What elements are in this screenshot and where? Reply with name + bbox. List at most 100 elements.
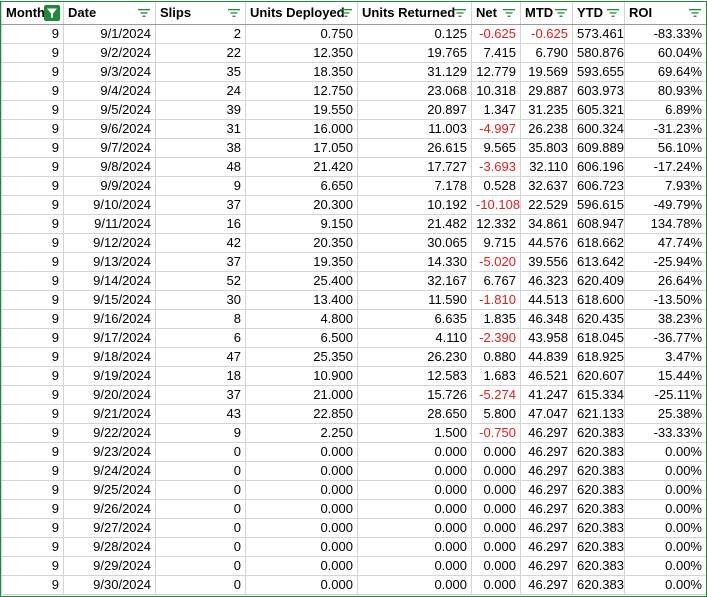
cell-month[interactable]: 9 [1, 575, 64, 595]
cell-ytd[interactable]: 620.383 [572, 480, 625, 500]
cell-date[interactable]: 9/11/2024 [63, 214, 156, 234]
cell-mtd[interactable]: 47.047 [520, 404, 573, 424]
cell-units-returned[interactable]: 0.000 [357, 556, 472, 576]
cell-units-returned[interactable]: 19.765 [357, 43, 472, 63]
cell-units-returned[interactable]: 0.000 [357, 480, 472, 500]
cell-slips[interactable]: 0 [155, 575, 246, 595]
cell-units-deployed[interactable]: 12.350 [245, 43, 358, 63]
cell-units-returned[interactable]: 21.482 [357, 214, 472, 234]
cell-slips[interactable]: 18 [155, 366, 246, 386]
cell-mtd[interactable]: 26.238 [520, 119, 573, 139]
cell-net[interactable]: 0.000 [471, 556, 521, 576]
column-header-roi[interactable]: ROI [624, 1, 707, 25]
cell-month[interactable]: 9 [1, 499, 64, 519]
cell-ytd[interactable]: 606.723 [572, 176, 625, 196]
cell-ytd[interactable]: 605.321 [572, 100, 625, 120]
cell-mtd[interactable]: 46.297 [520, 556, 573, 576]
filter-icon[interactable] [137, 6, 151, 20]
cell-net[interactable]: 0.000 [471, 575, 521, 595]
cell-ytd[interactable]: 596.615 [572, 195, 625, 215]
cell-month[interactable]: 9 [1, 176, 64, 196]
cell-month[interactable]: 9 [1, 62, 64, 82]
cell-month[interactable]: 9 [1, 271, 64, 291]
cell-slips[interactable]: 48 [155, 157, 246, 177]
cell-net[interactable]: -0.750 [471, 423, 521, 443]
cell-date[interactable]: 9/24/2024 [63, 461, 156, 481]
cell-ytd[interactable]: 608.947 [572, 214, 625, 234]
cell-mtd[interactable]: 46.297 [520, 499, 573, 519]
cell-month[interactable]: 9 [1, 138, 64, 158]
cell-slips[interactable]: 0 [155, 537, 246, 557]
column-header-mtd[interactable]: MTD [520, 1, 573, 25]
cell-roi[interactable]: -13.50% [624, 290, 707, 310]
cell-roi[interactable]: 25.38% [624, 404, 707, 424]
cell-ytd[interactable]: 615.334 [572, 385, 625, 405]
cell-units-deployed[interactable]: 25.400 [245, 271, 358, 291]
cell-month[interactable]: 9 [1, 157, 64, 177]
cell-units-returned[interactable]: 31.129 [357, 62, 472, 82]
cell-net[interactable]: -4.997 [471, 119, 521, 139]
cell-mtd[interactable]: 44.576 [520, 233, 573, 253]
cell-roi[interactable]: -17.24% [624, 157, 707, 177]
cell-ytd[interactable]: 620.383 [572, 556, 625, 576]
cell-slips[interactable]: 0 [155, 518, 246, 538]
cell-ytd[interactable]: 593.655 [572, 62, 625, 82]
cell-roi[interactable]: 60.04% [624, 43, 707, 63]
cell-units-deployed[interactable]: 16.000 [245, 119, 358, 139]
cell-date[interactable]: 9/12/2024 [63, 233, 156, 253]
cell-date[interactable]: 9/3/2024 [63, 62, 156, 82]
cell-roi[interactable]: -33.33% [624, 423, 707, 443]
cell-date[interactable]: 9/30/2024 [63, 575, 156, 595]
cell-units-returned[interactable]: 26.615 [357, 138, 472, 158]
cell-slips[interactable]: 0 [155, 556, 246, 576]
cell-ytd[interactable]: 618.045 [572, 328, 625, 348]
cell-units-returned[interactable]: 12.583 [357, 366, 472, 386]
cell-ytd[interactable]: 620.435 [572, 309, 625, 329]
cell-date[interactable]: 9/27/2024 [63, 518, 156, 538]
cell-net[interactable]: 0.528 [471, 176, 521, 196]
cell-roi[interactable]: 47.74% [624, 233, 707, 253]
cell-units-returned[interactable]: 4.110 [357, 328, 472, 348]
cell-slips[interactable]: 9 [155, 176, 246, 196]
cell-roi[interactable]: 0.00% [624, 480, 707, 500]
cell-month[interactable]: 9 [1, 366, 64, 386]
column-header-date[interactable]: Date [63, 1, 156, 25]
cell-net[interactable]: 1.835 [471, 309, 521, 329]
filter-icon[interactable] [502, 6, 516, 20]
cell-units-returned[interactable]: 17.727 [357, 157, 472, 177]
cell-net[interactable]: 0.000 [471, 518, 521, 538]
cell-mtd[interactable]: 39.556 [520, 252, 573, 272]
cell-net[interactable]: -1.810 [471, 290, 521, 310]
cell-date[interactable]: 9/2/2024 [63, 43, 156, 63]
cell-date[interactable]: 9/16/2024 [63, 309, 156, 329]
cell-mtd[interactable]: 46.297 [520, 480, 573, 500]
cell-net[interactable]: 0.000 [471, 442, 521, 462]
cell-roi[interactable]: 7.93% [624, 176, 707, 196]
cell-mtd[interactable]: 41.247 [520, 385, 573, 405]
cell-mtd[interactable]: 32.637 [520, 176, 573, 196]
cell-units-returned[interactable]: 10.192 [357, 195, 472, 215]
cell-mtd[interactable]: 22.529 [520, 195, 573, 215]
cell-month[interactable]: 9 [1, 119, 64, 139]
cell-date[interactable]: 9/22/2024 [63, 423, 156, 443]
cell-roi[interactable]: 0.00% [624, 575, 707, 595]
cell-units-returned[interactable]: 14.330 [357, 252, 472, 272]
cell-date[interactable]: 9/9/2024 [63, 176, 156, 196]
cell-net[interactable]: -3.693 [471, 157, 521, 177]
cell-mtd[interactable]: 46.297 [520, 461, 573, 481]
cell-ytd[interactable]: 603.973 [572, 81, 625, 101]
cell-ytd[interactable]: 620.607 [572, 366, 625, 386]
filter-active-icon[interactable] [44, 5, 60, 21]
cell-slips[interactable]: 16 [155, 214, 246, 234]
cell-month[interactable]: 9 [1, 442, 64, 462]
cell-roi[interactable]: -49.79% [624, 195, 707, 215]
cell-date[interactable]: 9/28/2024 [63, 537, 156, 557]
cell-month[interactable]: 9 [1, 404, 64, 424]
cell-slips[interactable]: 0 [155, 442, 246, 462]
cell-ytd[interactable]: 573.461 [572, 24, 625, 44]
cell-net[interactable]: 9.565 [471, 138, 521, 158]
filter-icon[interactable] [554, 6, 568, 20]
cell-units-returned[interactable]: 0.000 [357, 518, 472, 538]
cell-mtd[interactable]: 44.839 [520, 347, 573, 367]
cell-net[interactable]: 0.000 [471, 480, 521, 500]
